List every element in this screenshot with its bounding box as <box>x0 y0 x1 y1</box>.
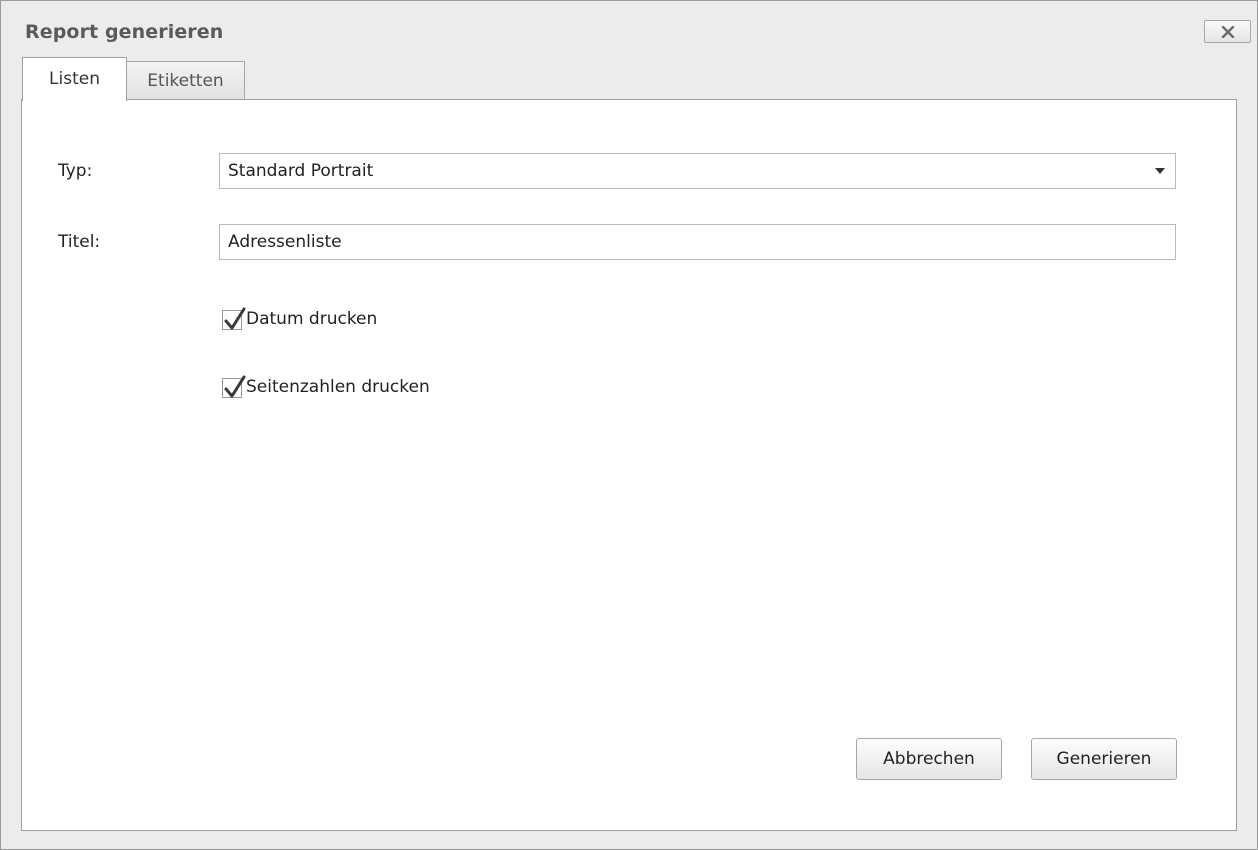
close-icon <box>1221 26 1235 38</box>
datum-drucken-label: Datum drucken <box>246 309 378 329</box>
seitenzahlen-drucken-label: Seitenzahlen drucken <box>246 377 430 397</box>
typ-dropdown-value: Standard Portrait <box>228 161 374 181</box>
window-title: Report generieren <box>25 21 224 43</box>
tab-etiketten-label: Etiketten <box>147 71 224 91</box>
tab-listen-label: Listen <box>49 69 100 89</box>
tab-listen[interactable]: Listen <box>22 57 127 101</box>
titel-input-value: Adressenliste <box>228 232 342 252</box>
abbrechen-button[interactable]: Abbrechen <box>856 738 1002 780</box>
checkmark-icon <box>224 307 246 330</box>
tab-panel-listen: Typ: Standard Portrait Titel: Adressenli… <box>21 99 1237 831</box>
titel-input[interactable]: Adressenliste <box>219 224 1176 260</box>
close-button[interactable] <box>1204 20 1251 43</box>
report-dialog: Report generieren Listen Etiketten Typ: … <box>0 0 1258 850</box>
generieren-button[interactable]: Generieren <box>1031 738 1177 780</box>
datum-drucken-checkbox[interactable] <box>222 307 246 330</box>
title-bar: Report generieren <box>1 1 1257 57</box>
typ-dropdown[interactable]: Standard Portrait <box>219 153 1176 189</box>
typ-label: Typ: <box>58 161 93 181</box>
chevron-down-icon[interactable] <box>1155 168 1165 174</box>
titel-label: Titel: <box>58 232 101 252</box>
seitenzahlen-drucken-checkbox[interactable] <box>222 375 246 398</box>
tab-etiketten[interactable]: Etiketten <box>127 61 245 99</box>
checkmark-icon <box>224 375 246 398</box>
